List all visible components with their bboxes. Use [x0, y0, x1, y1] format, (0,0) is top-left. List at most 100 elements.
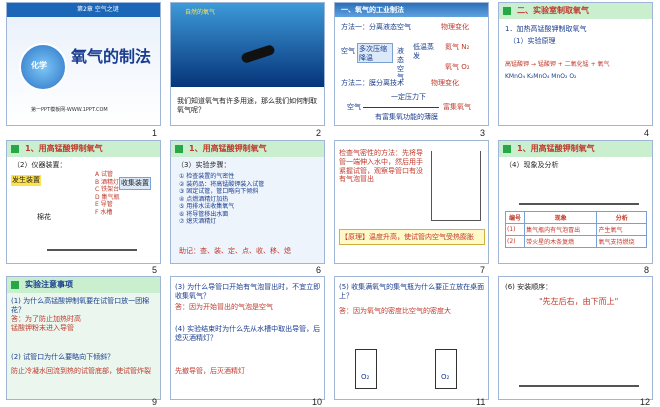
slide-5[interactable]: 1、用高锰酸钾制氧气 （2）仪器装置： 发生装置 收集装置 棉花 A 试管 B 酒… [6, 140, 161, 264]
table-cell: 编号 [504, 211, 526, 224]
principle: （1）实验原理 [509, 37, 556, 45]
pressure-label: 一定压力下 [391, 93, 426, 101]
jar-inverted [435, 349, 457, 389]
result-1: 物理变化 [441, 23, 469, 31]
method-2: 方法二：膜分离技术 [341, 79, 404, 87]
part-label: F 水槽 [95, 208, 113, 216]
table-cell: 集气瓶内有气泡冒出 [524, 223, 598, 236]
subtitle: 1．加热高锰酸钾制取氧气 [505, 25, 587, 33]
slide-header: 一、氧气的工业制法 [335, 3, 488, 17]
part-label: B 酒精灯 [95, 178, 120, 186]
slide-number: 8 [644, 265, 650, 275]
apparatus-drawing [519, 317, 639, 387]
step-item: ⑦ 熄灭酒精灯 [179, 218, 217, 225]
slide-number: 6 [316, 265, 322, 275]
slide-10[interactable]: (3) 为什么导管口开始有气泡冒出时，不宜立即收集氧气？ 答：因为开始冒出的气泡… [170, 276, 325, 400]
table-cell: 带火星的木条复燃 [524, 235, 598, 248]
mnemonic: 助记：查、装、定、点、收、移、熄 [179, 247, 291, 255]
site-credit: 第一PPT模板网-WWW.1PPT.COM [31, 107, 108, 113]
step-item: ③ 固定试管，管口略向下倾斜 [179, 188, 259, 195]
reaction-words: 高锰酸钾 → 锰酸钾 + 二氧化锰 + 氧气 [505, 61, 610, 68]
slide-number: 4 [644, 128, 650, 138]
apparatus-drawing [431, 151, 481, 221]
slide-6[interactable]: 1、用高锰酸钾制氧气 （3）实验步骤： ① 检查装置的气密性 ② 装药品：将高锰酸… [170, 140, 325, 264]
apparatus-drawing [47, 191, 137, 251]
slide-8[interactable]: 1、用高锰酸钾制氧气 （4）现象及分析 编号 现象 分析 (1) 集气瓶内有气泡冒出 产生… [498, 140, 653, 264]
slide-9[interactable]: 实验注意事项 (1) 为什么高锰酸钾制氧要在试管口放一团棉花？ 答：为了防止加热… [6, 276, 161, 400]
slide-number: 1 [152, 128, 158, 138]
slide-number: 3 [480, 128, 486, 138]
badge-text: 化学 [31, 61, 47, 70]
liquid-air: 液态空气 [397, 47, 404, 82]
order-title: (6) 安装顺序： [505, 283, 553, 291]
generator-label: 发生装置 [11, 175, 41, 186]
slide-12[interactable]: (6) 安装顺序： "先左后右，由下而上" [498, 276, 653, 400]
result-2: 物理变化 [431, 79, 459, 87]
table-title: （4）现象及分析 [505, 161, 559, 169]
slide-number: 11 [476, 397, 486, 407]
question-1: (1) 为什么高锰酸钾制氧要在试管口放一团棉花？ [11, 297, 150, 314]
table-cell: 氧气支持燃烧 [596, 235, 647, 248]
question-2: (2) 试管口为什么要略向下倾斜？ [11, 353, 115, 361]
slide-title: 氧气的制法 [71, 47, 152, 66]
slide-11[interactable]: (5) 收集满氧气的集气瓶为什么要正立放在桌面上？ 答：因为氧气的密度比空气的密… [334, 276, 489, 400]
membrane-label: 有富集氧功能的薄膜 [375, 113, 438, 121]
table-cell: (1) [504, 223, 526, 236]
slide-header: 二、实验室制取氧气 [499, 3, 652, 19]
slide-header: 1、用高锰酸钾制氧气 [499, 141, 652, 157]
slide-7[interactable]: 检查气密性的方法：先将导管一端伸入水中，然后用手紧握试管，观察导管口有没有气泡冒… [334, 140, 489, 264]
answer-1: 答：为了防止加热时高锰酸钾粉末进入导管 [11, 315, 81, 332]
answer-5: 答：因为氧气的密度比空气的密度大 [339, 307, 451, 315]
jar-label-1: O₂ [361, 373, 370, 381]
apparatus-label: （2）仪器装置： [13, 161, 67, 169]
question-text: 我们知道氧气有许多用途，那么我们如何制取氧气呢？ [177, 97, 317, 114]
slide-number: 10 [312, 397, 323, 407]
table-cell: 现象 [524, 211, 598, 224]
question-4: (4) 实验结束时为什么先从水槽中取出导管，后熄灭酒精灯？ [175, 325, 321, 342]
slide-1[interactable]: 第2章 空气之谜 化学 氧气的制法 第一PPT模板网-WWW.1PPT.COM [6, 2, 161, 126]
part-label: E 导管 [95, 201, 113, 208]
part-label: D 集气瓶 [95, 193, 120, 201]
table-cell: 分析 [596, 211, 647, 224]
part-labels: A 试管 B 酒精灯 C 铁架台 D 集气瓶 E 导管 F 水槽 [95, 171, 120, 216]
step-item: ① 检查装置的气密性 [179, 173, 235, 180]
photo-tag: 自然的氧气 [185, 9, 216, 16]
leak-test-text: 检查气密性的方法：先将导管一端伸入水中，然后用手紧握试管，观察导管口有没有气泡冒… [339, 149, 423, 184]
step-item: ⑥ 将导管移出水面 [179, 210, 229, 218]
jar-label-2: O₂ [441, 373, 450, 381]
part-label: C 铁架台 [95, 186, 120, 193]
nitrogen-label: 氮气 N₂ [445, 43, 470, 51]
arrow-line [363, 107, 439, 108]
slide-2[interactable]: 自然的氧气 我们知道氧气有许多用途，那么我们如何制取氧气呢？ [170, 2, 325, 126]
table-cell: 产生氧气 [596, 223, 647, 236]
slide-number: 5 [152, 265, 158, 275]
step-item: ⑤ 用排水法收集氧气 [179, 203, 235, 210]
part-label: A 试管 [95, 171, 114, 178]
compress-step: 多次压缩降温 [359, 45, 387, 62]
oxygen-label: 氧气 O₂ [445, 63, 470, 71]
slide-header: 实验注意事项 [7, 277, 160, 293]
air-label-2: 空气 [347, 103, 361, 111]
answer-4: 先撤导管，后灭酒精灯 [175, 367, 245, 375]
observation-table: 编号 现象 分析 (1) 集气瓶内有气泡冒出 产生氧气 (2) 带火星的木条复燃 氧气支持燃烧 [504, 211, 647, 248]
slide-number: 2 [316, 128, 322, 138]
step-item: ④ 点燃酒精灯加热 [179, 195, 229, 203]
slide-header: 1、用高锰酸钾制氧气 [7, 141, 160, 157]
table-cell: (2) [504, 235, 526, 248]
order-rule: "先左后右，由下而上" [539, 297, 619, 306]
evaporate-step: 低温蒸发 [413, 43, 434, 60]
collector-label: 收集装置 [119, 177, 151, 190]
step-item: ② 装药品：将高锰酸钾装入试管 [179, 180, 265, 188]
question-5: (5) 收集满氧气的集气瓶为什么要正立放在桌面上？ [339, 283, 485, 300]
apparatus-drawing [519, 173, 639, 205]
steps-list: ① 检查装置的气密性 ② 装药品：将高锰酸钾装入试管 ③ 固定试管，管口略向下倾斜 ④… [179, 173, 264, 226]
slide-3[interactable]: 一、氧气的工业制法 方法一：分离液态空气 物理变化 空气 多次压缩降温 液态空气… [334, 2, 489, 126]
air-label: 空气 [341, 47, 355, 55]
answer-3: 答：因为开始冒出的气泡是空气 [175, 303, 273, 311]
chapter-label: 第2章 空气之谜 [77, 6, 119, 13]
slide-4[interactable]: 二、实验室制取氧气 1．加热高锰酸钾制取氧气 （1）实验原理 高锰酸钾 → 锰酸… [498, 2, 653, 126]
slide-number: 9 [152, 397, 158, 407]
slide-number: 7 [480, 265, 486, 275]
jar-upright [355, 349, 377, 389]
enriched-oxygen: 富集氧气 [443, 103, 471, 111]
